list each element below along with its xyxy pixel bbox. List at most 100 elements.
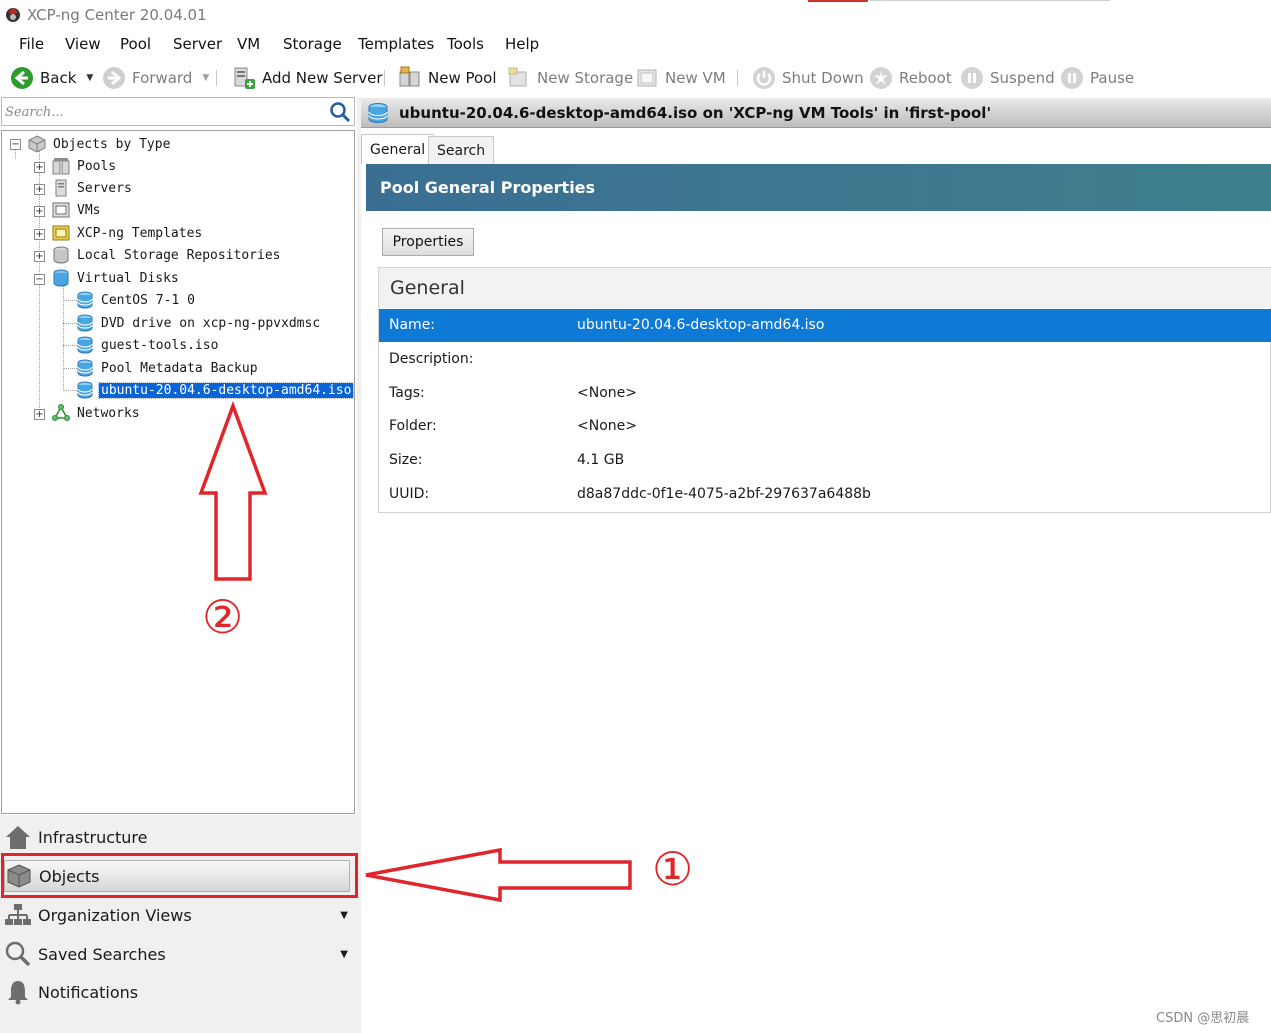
tree-item-servers[interactable]: Servers bbox=[52, 178, 134, 198]
new-storage-button[interactable]: New Storage bbox=[507, 64, 633, 92]
nav-organization-views[interactable]: Organization Views ▼ bbox=[0, 896, 358, 934]
tree-item-disk[interactable]: Pool Metadata Backup bbox=[76, 358, 260, 378]
selection-header: ubuntu-20.04.6-desktop-amd64.iso on 'XCP… bbox=[361, 98, 1271, 128]
tab-search[interactable]: Search bbox=[428, 136, 495, 164]
suspend-button[interactable]: Suspend bbox=[960, 64, 1055, 92]
nav-notifications[interactable]: Notifications bbox=[0, 973, 358, 1011]
reboot-button[interactable]: Reboot bbox=[869, 64, 952, 92]
properties-button[interactable]: Properties bbox=[382, 228, 474, 256]
nav-infrastructure[interactable]: Infrastructure bbox=[0, 818, 358, 856]
tree-item-pools[interactable]: Pools bbox=[52, 156, 118, 176]
menu-help[interactable]: Help bbox=[505, 35, 539, 53]
collapse-toggle[interactable]: − bbox=[34, 274, 45, 285]
tree-guide bbox=[63, 300, 77, 301]
tab-general[interactable]: General bbox=[361, 134, 435, 164]
tree-guide bbox=[63, 390, 77, 391]
banner-title: Pool General Properties bbox=[380, 178, 596, 197]
expand-toggle[interactable]: + bbox=[34, 251, 45, 262]
tree-item-templates[interactable]: XCP-ng Templates bbox=[52, 223, 204, 243]
tree-label: Servers bbox=[77, 180, 132, 196]
property-row-size[interactable]: Size: 4.1 GB bbox=[379, 444, 1271, 477]
suspend-icon bbox=[961, 67, 983, 89]
tree-label: Pool Metadata Backup bbox=[101, 360, 258, 376]
new-vm-label: New VM bbox=[665, 69, 726, 87]
expand-toggle[interactable]: + bbox=[34, 206, 45, 217]
menu-storage[interactable]: Storage bbox=[283, 35, 342, 53]
tree-item-networks[interactable]: Networks bbox=[52, 403, 142, 423]
back-dropdown-icon[interactable]: ▼ bbox=[86, 73, 93, 83]
toolbar: Back ▼ Forward ▼ Add New Server New Pool bbox=[0, 58, 1271, 98]
search-icon[interactable] bbox=[329, 101, 351, 123]
tree-item-disk-selected[interactable]: ubuntu-20.04.6-desktop-amd64.iso bbox=[76, 380, 355, 400]
toolbar-separator bbox=[216, 70, 217, 86]
navigation-pane: Infrastructure Objects Organization View… bbox=[0, 815, 358, 1033]
new-storage-label: New Storage bbox=[537, 69, 634, 87]
tree-label: Networks bbox=[77, 405, 140, 421]
search-input[interactable] bbox=[5, 102, 325, 122]
property-row-folder[interactable]: Folder: <None> bbox=[379, 410, 1271, 443]
forward-dropdown-icon[interactable]: ▼ bbox=[202, 73, 209, 83]
expand-toggle[interactable]: + bbox=[34, 184, 45, 195]
org-tree-icon bbox=[5, 904, 31, 925]
arrow-left-annotation bbox=[365, 847, 632, 903]
tree-item-local-storage[interactable]: Local Storage Repositories bbox=[52, 245, 283, 265]
property-label: Folder: bbox=[389, 418, 437, 434]
general-section: General Name: ubuntu-20.04.6-desktop-amd… bbox=[378, 267, 1271, 513]
new-pool-button[interactable]: New Pool bbox=[398, 64, 497, 92]
pause-label: Pause bbox=[1090, 69, 1135, 87]
shut-down-button[interactable]: Shut Down bbox=[752, 64, 864, 92]
nav-saved-searches[interactable]: Saved Searches ▼ bbox=[0, 935, 358, 973]
property-row-tags[interactable]: Tags: <None> bbox=[379, 377, 1271, 410]
chevron-down-icon[interactable]: ▼ bbox=[340, 949, 348, 960]
forward-button[interactable]: Forward ▼ bbox=[102, 64, 209, 92]
expand-toggle[interactable]: + bbox=[34, 229, 45, 240]
disk-icon bbox=[77, 291, 93, 309]
expand-toggle[interactable]: + bbox=[34, 409, 45, 420]
tree-root-objects-by-type[interactable]: Objects by Type bbox=[28, 134, 172, 154]
tree-item-vms[interactable]: VMs bbox=[52, 200, 102, 220]
property-value: ubuntu-20.04.6-desktop-amd64.iso bbox=[577, 317, 825, 333]
tree-item-disk[interactable]: guest-tools.iso bbox=[76, 335, 220, 355]
pause-button[interactable]: Pause bbox=[1060, 64, 1134, 92]
add-new-server-button[interactable]: Add New Server bbox=[232, 64, 382, 92]
back-arrow-icon bbox=[11, 67, 33, 89]
tree-label: VMs bbox=[77, 202, 101, 218]
property-row-uuid[interactable]: UUID: d8a87ddc-0f1e-4075-a2bf-297637a648… bbox=[379, 478, 1271, 511]
tree-label: Local Storage Repositories bbox=[77, 247, 281, 263]
expand-toggle[interactable]: + bbox=[34, 162, 45, 173]
tree-label: XCP-ng Templates bbox=[77, 225, 203, 241]
tree-label: ubuntu-20.04.6-desktop-amd64.iso bbox=[97, 381, 355, 399]
tree-item-virtual-disks[interactable]: Virtual Disks bbox=[52, 268, 181, 288]
reboot-label: Reboot bbox=[899, 69, 952, 87]
menu-server[interactable]: Server bbox=[173, 35, 222, 53]
menu-vm[interactable]: VM bbox=[237, 35, 260, 53]
property-row-name[interactable]: Name: ubuntu-20.04.6-desktop-amd64.iso bbox=[379, 309, 1271, 342]
window-title: XCP-ng Center 20.04.01 bbox=[27, 6, 207, 24]
menu-view[interactable]: View bbox=[65, 35, 101, 53]
new-vm-button[interactable]: New VM bbox=[635, 64, 726, 92]
magnifier-icon bbox=[5, 941, 31, 967]
menu-pool[interactable]: Pool bbox=[120, 35, 151, 53]
shut-down-label: Shut Down bbox=[782, 69, 864, 87]
menu-tools[interactable]: Tools bbox=[447, 35, 484, 53]
tree-item-disk[interactable]: DVD drive on xcp-ng-ppvxdmsc bbox=[76, 313, 322, 333]
forward-label: Forward bbox=[132, 69, 193, 87]
property-value: d8a87ddc-0f1e-4075-a2bf-297637a6488b bbox=[577, 486, 871, 502]
property-label: Tags: bbox=[389, 385, 425, 401]
tab-divider bbox=[870, 0, 1110, 1]
tree-label: Objects by Type bbox=[53, 136, 171, 152]
tree-label: CentOS 7-1 0 bbox=[101, 292, 195, 308]
collapse-toggle[interactable]: − bbox=[10, 139, 21, 150]
back-button[interactable]: Back ▼ bbox=[10, 64, 93, 92]
general-header: General bbox=[379, 268, 1271, 308]
menu-bar: File View Pool Server VM Storage Templat… bbox=[0, 30, 1271, 58]
property-value: <None> bbox=[577, 418, 637, 434]
tree-guide bbox=[63, 323, 77, 324]
menu-templates[interactable]: Templates bbox=[358, 35, 434, 53]
tree-item-disk[interactable]: CentOS 7-1 0 bbox=[76, 290, 197, 310]
property-row-description[interactable]: Description: bbox=[379, 343, 1271, 376]
tree-label: Virtual Disks bbox=[77, 270, 179, 286]
chevron-down-icon[interactable]: ▼ bbox=[340, 910, 348, 921]
menu-file[interactable]: File bbox=[19, 35, 44, 53]
tab-accent bbox=[808, 0, 868, 2]
